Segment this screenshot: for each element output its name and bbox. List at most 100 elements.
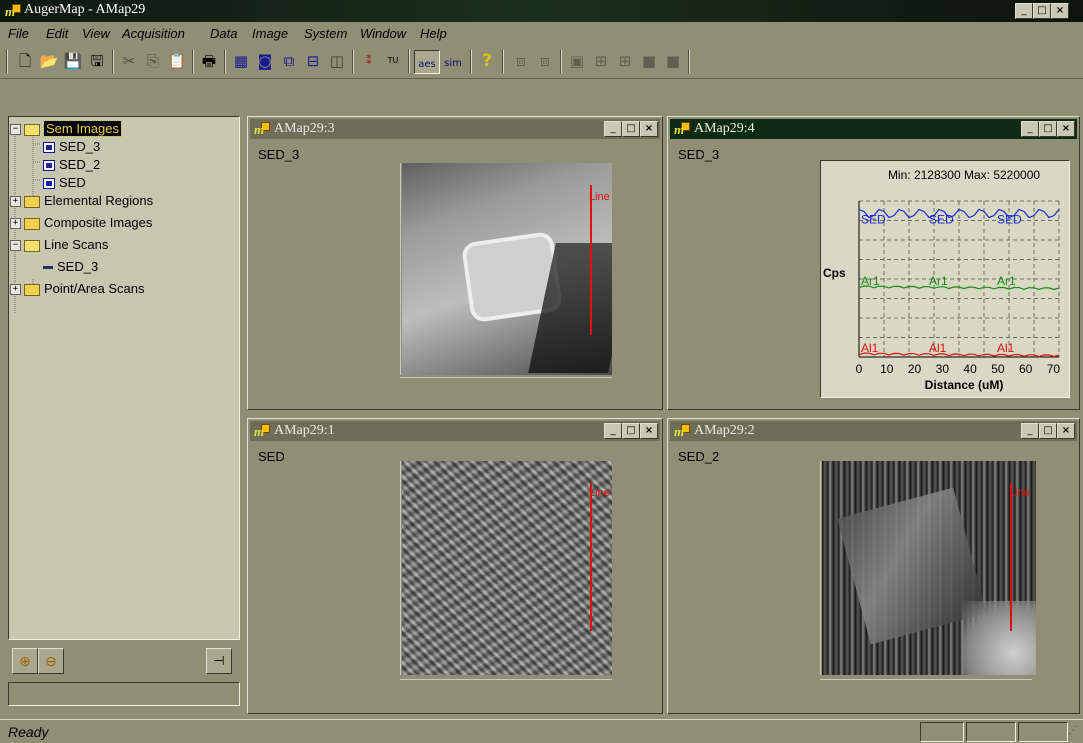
line-acquire-icon[interactable]: ⊟ bbox=[302, 50, 324, 72]
tree-item-composite-images[interactable]: + Composite Images bbox=[10, 214, 152, 232]
augermap-app-icon[interactable]: m bbox=[5, 4, 21, 18]
menu-file[interactable]: File bbox=[8, 26, 29, 41]
window-amap29-1[interactable]: m AMap29:1 _ □ × SED Line bbox=[247, 418, 663, 714]
tree-item-line-scan-sed-3[interactable]: SED_3 bbox=[43, 258, 98, 276]
new-file-icon[interactable]: 🗋 bbox=[14, 50, 36, 72]
window-title-bar[interactable]: m AMap29:3 _ □ × bbox=[250, 119, 660, 139]
sem-image-sed-3[interactable]: Line bbox=[402, 163, 612, 375]
minimize-button[interactable]: _ bbox=[1015, 3, 1033, 19]
sim-button[interactable]: sim bbox=[442, 50, 464, 72]
maximize-button[interactable]: □ bbox=[1039, 121, 1057, 137]
minimize-button[interactable]: _ bbox=[1021, 121, 1039, 137]
help-icon[interactable]: ? bbox=[476, 50, 498, 72]
tree-item-line-scans[interactable]: − Line Scans bbox=[10, 236, 108, 254]
vertical-axis bbox=[820, 461, 821, 675]
open-folder-icon[interactable]: 📂 bbox=[38, 50, 60, 72]
point-acquire-icon[interactable]: ◙ bbox=[254, 50, 276, 72]
y-axis-label: Cps bbox=[823, 266, 846, 280]
line-scan-chart[interactable]: Min: 2128300 Max: 5220000 Cps 0 10 20 30 40 50 6… bbox=[820, 160, 1070, 398]
region-acquire-icon[interactable]: ⧉ bbox=[278, 50, 300, 72]
close-button[interactable]: × bbox=[1051, 3, 1069, 19]
project-tree[interactable]: − Sem Images SED_3 SED_2 SED + Elemental R… bbox=[8, 116, 240, 640]
remove-folder-button[interactable]: ⊖ bbox=[38, 648, 64, 674]
print-icon[interactable]: 🖶 bbox=[198, 50, 220, 72]
close-button[interactable]: × bbox=[1057, 423, 1075, 439]
disabled-tool-2-icon[interactable]: ⧈ bbox=[534, 50, 556, 72]
disabled-tool-7-icon[interactable]: ■ bbox=[662, 50, 684, 72]
minimize-button[interactable]: _ bbox=[604, 121, 622, 137]
disabled-tool-3-icon[interactable]: ▣ bbox=[566, 50, 588, 72]
window-amap29-2[interactable]: m AMap29:2 _ □ × SED_2 Line bbox=[667, 418, 1080, 714]
maximize-button[interactable]: □ bbox=[622, 121, 640, 137]
x-tick-label: 40 bbox=[963, 362, 977, 376]
window-title: AMap29:1 bbox=[274, 423, 335, 438]
window-title-bar[interactable]: m AMap29:4 _ □ × bbox=[670, 119, 1077, 139]
menu-window[interactable]: Window bbox=[360, 26, 406, 41]
resize-grip-icon[interactable]: ⋰ bbox=[1068, 725, 1078, 736]
disabled-tool-5-icon[interactable]: ⊞ bbox=[614, 50, 636, 72]
collapse-icon[interactable]: − bbox=[10, 124, 21, 136]
sem-image-sed[interactable]: Line bbox=[402, 461, 612, 675]
tree-item-sem-images[interactable]: − Sem Images bbox=[10, 120, 122, 138]
window-title-bar[interactable]: m AMap29:1 _ □ × bbox=[250, 421, 660, 441]
series-label-al1: Al1 bbox=[861, 341, 879, 355]
disabled-tool-4-icon[interactable]: ⊞ bbox=[590, 50, 612, 72]
image-label: SED_3 bbox=[258, 147, 300, 162]
window-body: SED_2 Line bbox=[670, 443, 1077, 711]
toolbar: 🗋 📂 💾 🖫 ✂ ⎘ 📋 🖶 ▦ ◙ ⧉ ⊟ ◫ ⁑ TU aes sim ?… bbox=[0, 44, 1083, 79]
tree-item-elemental-regions[interactable]: + Elemental Regions bbox=[10, 192, 153, 210]
save-icon[interactable]: 💾 bbox=[62, 50, 84, 72]
menu-acquisition[interactable]: Acquisition bbox=[122, 26, 185, 41]
series-label-sed: SED bbox=[929, 212, 954, 226]
window-amap29-4[interactable]: m AMap29:4 _ □ × SED_3 Min: 2128300 Max:… bbox=[667, 116, 1080, 410]
close-button[interactable]: × bbox=[640, 121, 658, 137]
sem-image-sed-2[interactable]: Line bbox=[822, 461, 1036, 675]
copy-icon[interactable]: ⎘ bbox=[142, 50, 164, 72]
minimize-button[interactable]: _ bbox=[1021, 423, 1039, 439]
menu-edit[interactable]: Edit bbox=[46, 26, 68, 41]
disabled-tool-6-icon[interactable]: ■ bbox=[638, 50, 660, 72]
menu-view[interactable]: View bbox=[82, 26, 110, 41]
add-folder-button[interactable]: ⊕ bbox=[12, 648, 38, 674]
image-label: SED_3 bbox=[678, 147, 720, 162]
folder-icon bbox=[24, 217, 40, 230]
tree-item-sed[interactable]: SED bbox=[43, 174, 86, 192]
menu-help[interactable]: Help bbox=[420, 26, 447, 41]
frame-icon[interactable]: ◫ bbox=[326, 50, 348, 72]
series-label-ar1: Ar1 bbox=[861, 274, 880, 288]
scan-icon[interactable]: ⁑ bbox=[358, 50, 380, 72]
line-scan-marker bbox=[590, 483, 592, 631]
menu-system[interactable]: System bbox=[304, 26, 347, 41]
app-title-bar[interactable]: m AugerMap - AMap29 _ □ × bbox=[0, 0, 1083, 22]
status-panel-3 bbox=[1018, 722, 1068, 742]
collapse-icon[interactable]: − bbox=[10, 240, 21, 252]
minimize-button[interactable]: _ bbox=[604, 423, 622, 439]
tree-item-sed-2[interactable]: SED_2 bbox=[43, 156, 100, 174]
close-button[interactable]: × bbox=[640, 423, 658, 439]
aes-button[interactable]: aes bbox=[414, 50, 440, 74]
maximize-button[interactable]: □ bbox=[1033, 3, 1051, 19]
maximize-button[interactable]: □ bbox=[1039, 423, 1057, 439]
augermap-window-icon: m bbox=[674, 424, 690, 438]
disabled-tool-1-icon[interactable]: ⧈ bbox=[510, 50, 532, 72]
x-tick-label: 50 bbox=[991, 362, 1005, 376]
expand-icon[interactable]: + bbox=[10, 218, 21, 230]
maximize-button[interactable]: □ bbox=[622, 423, 640, 439]
save-as-icon[interactable]: 🖫 bbox=[86, 50, 108, 72]
tu-button[interactable]: TU bbox=[382, 50, 404, 72]
menu-data[interactable]: Data bbox=[210, 26, 237, 41]
paste-icon[interactable]: 📋 bbox=[166, 50, 188, 72]
expand-icon[interactable]: + bbox=[10, 196, 21, 208]
tree-panel-footer bbox=[8, 682, 240, 706]
window-title-bar[interactable]: m AMap29:2 _ □ × bbox=[670, 421, 1077, 441]
close-button[interactable]: × bbox=[1057, 121, 1075, 137]
expand-icon[interactable]: + bbox=[10, 284, 21, 296]
menu-image[interactable]: Image bbox=[252, 26, 288, 41]
grid-acquire-icon[interactable]: ▦ bbox=[230, 50, 252, 72]
pin-panel-button[interactable]: ⊣ bbox=[206, 648, 232, 674]
tree-item-point-area-scans[interactable]: + Point/Area Scans bbox=[10, 280, 144, 298]
x-tick-label: 0 bbox=[856, 362, 863, 376]
cut-icon[interactable]: ✂ bbox=[118, 50, 140, 72]
window-amap29-3[interactable]: m AMap29:3 _ □ × SED_3 Line bbox=[247, 116, 663, 410]
tree-item-sed-3[interactable]: SED_3 bbox=[43, 138, 100, 156]
